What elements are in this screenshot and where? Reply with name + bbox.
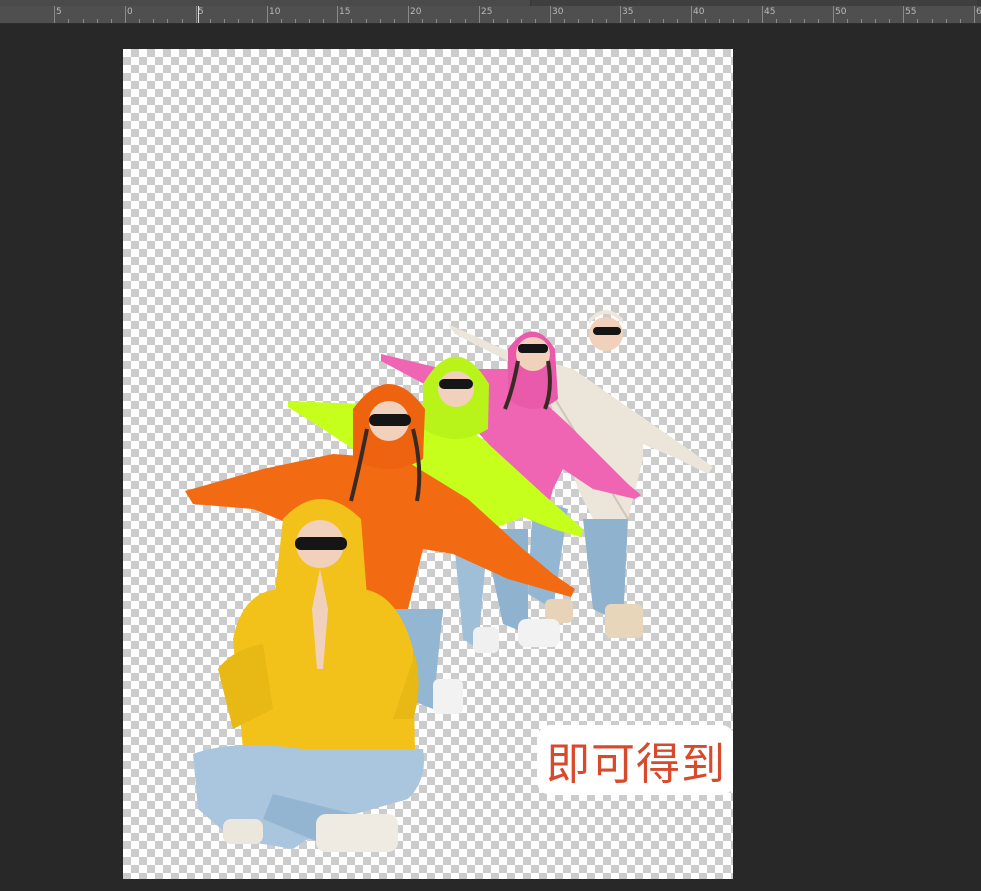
ruler-tick xyxy=(946,19,947,23)
ruler-tick xyxy=(465,19,466,23)
ruler-tick xyxy=(691,6,692,23)
document-canvas[interactable]: 即可得到 xyxy=(123,49,733,879)
caption-text: 即可得到 xyxy=(546,739,726,790)
ruler-tick xyxy=(267,6,268,23)
ruler-tick xyxy=(649,19,650,23)
ruler-tick xyxy=(620,6,621,23)
ruler-tick xyxy=(903,6,904,23)
ruler-tick xyxy=(564,19,565,23)
ruler-tick xyxy=(281,19,282,23)
ruler-tick xyxy=(889,19,890,23)
ruler-tick xyxy=(153,19,154,23)
ruler-tick xyxy=(917,19,918,23)
ruler-tick xyxy=(507,19,508,23)
ruler-tick xyxy=(776,19,777,23)
ruler-tick xyxy=(733,19,734,23)
ruler-tick xyxy=(875,19,876,23)
ruler-label: 0 xyxy=(127,7,133,17)
ruler-label: 25 xyxy=(481,7,493,17)
ruler-tick xyxy=(663,19,664,23)
ruler-label: 60 xyxy=(976,7,981,17)
ruler-tick xyxy=(366,19,367,23)
ruler-tick xyxy=(167,19,168,23)
ruler-tick xyxy=(578,19,579,23)
ruler-tick xyxy=(436,19,437,23)
ruler-tick xyxy=(606,19,607,23)
ruler-tick xyxy=(762,6,763,23)
ruler-tick xyxy=(833,6,834,23)
ruler-tick xyxy=(705,19,706,23)
ruler-tick xyxy=(238,19,239,23)
ruler-tick xyxy=(224,19,225,23)
ruler-tick xyxy=(54,6,55,23)
horizontal-ruler[interactable]: 5051015202530354045505560 xyxy=(0,6,981,24)
ruler-tick xyxy=(932,19,933,23)
ruler-tick xyxy=(550,6,551,23)
ruler-tick xyxy=(125,6,126,23)
ruler-tick xyxy=(337,6,338,23)
ruler-tick xyxy=(351,19,352,23)
ruler-tick xyxy=(394,19,395,23)
ruler-tick xyxy=(748,19,749,23)
ruler-label: 20 xyxy=(410,7,422,17)
ruler-tick xyxy=(97,19,98,23)
ruler-label: 50 xyxy=(835,7,847,17)
ruler-tick xyxy=(479,6,480,23)
ruler-tick xyxy=(323,19,324,23)
ruler-tick xyxy=(592,19,593,23)
ruler-label: 30 xyxy=(552,7,564,17)
ruler-tick xyxy=(252,19,253,23)
ruler-tick xyxy=(804,19,805,23)
ruler-label: 40 xyxy=(693,7,705,17)
ruler-tick xyxy=(960,19,961,23)
ruler-tick xyxy=(450,19,451,23)
ruler-tick xyxy=(493,19,494,23)
ruler-tick xyxy=(182,19,183,23)
ruler-tick xyxy=(210,19,211,23)
ruler-tick xyxy=(790,19,791,23)
ruler-tick xyxy=(111,19,112,23)
ruler-tick xyxy=(68,19,69,23)
ruler-tick xyxy=(309,19,310,23)
ruler-tick xyxy=(677,19,678,23)
caption-bubble: 即可得到 xyxy=(537,725,733,795)
ruler-tick xyxy=(535,19,536,23)
ruler-tick xyxy=(847,19,848,23)
ruler-tick xyxy=(83,19,84,23)
ruler-label: 45 xyxy=(764,7,776,17)
ruler-tick xyxy=(974,6,975,23)
ruler-tick xyxy=(139,19,140,23)
ruler-label: 5 xyxy=(56,7,62,17)
ruler-tick xyxy=(422,19,423,23)
ruler-label: 55 xyxy=(905,7,917,17)
ruler-tick xyxy=(295,19,296,23)
ruler-tick xyxy=(196,6,197,23)
ruler-tick xyxy=(380,19,381,23)
ruler-label: 35 xyxy=(622,7,634,17)
ruler-tick xyxy=(861,19,862,23)
ruler-tick xyxy=(521,19,522,23)
ruler-tick xyxy=(408,6,409,23)
ruler-tick xyxy=(818,19,819,23)
ruler-label: 15 xyxy=(339,7,351,17)
ruler-tick xyxy=(634,19,635,23)
ruler-tick xyxy=(719,19,720,23)
ruler-label: 10 xyxy=(269,7,281,17)
ruler-cursor-marker xyxy=(198,6,199,23)
